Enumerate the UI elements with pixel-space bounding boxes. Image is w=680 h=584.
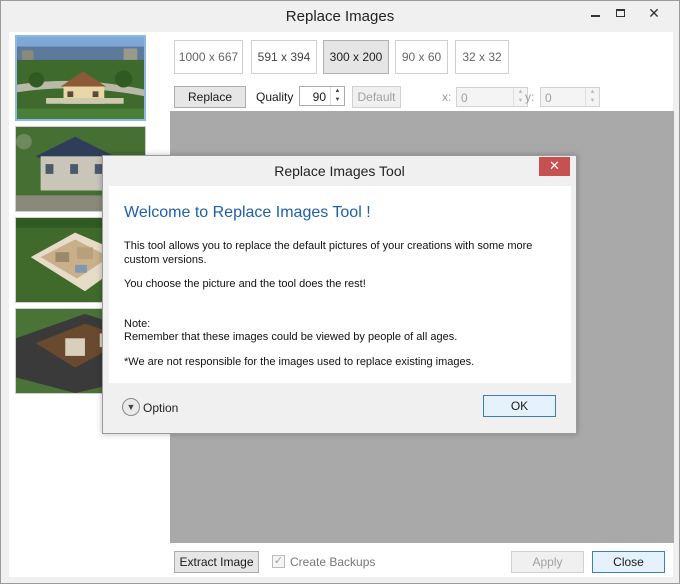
minimize-icon	[590, 15, 600, 17]
size-button-32x32[interactable]: 32 x 32	[455, 40, 509, 74]
note-text: Remember that these images could be view…	[124, 331, 458, 343]
minimize-button[interactable]	[581, 3, 609, 23]
quality-spinner-arrows: ▲ ▼	[330, 87, 344, 105]
dialog-heading: Welcome to Replace Images Tool !	[124, 204, 371, 221]
close-icon: ✕	[648, 4, 660, 21]
y-spinner-arrows: ▲ ▼	[585, 88, 599, 106]
maximize-button[interactable]	[606, 3, 634, 23]
apply-button[interactable]: Apply	[511, 551, 584, 573]
arrow-up-icon[interactable]: ▲	[331, 87, 344, 96]
close-icon: ✕	[549, 158, 560, 173]
close-button[interactable]: Close	[592, 551, 665, 573]
intro-paragraph: This tool allows you to replace the defa…	[124, 240, 533, 266]
instruction-paragraph: You choose the picture and the tool does…	[124, 278, 366, 290]
y-offset-value: 0	[545, 91, 552, 105]
arrow-down-icon[interactable]: ▼	[331, 96, 344, 105]
replace-images-tool-dialog: Replace Images Tool ✕ Welcome to Replace…	[102, 155, 577, 434]
create-backups-label: Create Backups	[290, 555, 376, 569]
option-toggle[interactable]: Option	[143, 401, 178, 415]
thumbnail-house-1[interactable]	[15, 35, 146, 121]
quality-label: Quality	[256, 90, 294, 104]
size-button-1000x667[interactable]: 1000 x 667	[174, 40, 243, 74]
dialog-title: Replace Images Tool	[274, 163, 405, 179]
y-label: y:	[525, 90, 535, 104]
dialog-close-button[interactable]: ✕	[539, 157, 570, 176]
default-button[interactable]: Default	[352, 86, 401, 108]
title-bar: Replace Images ✕	[1, 1, 679, 32]
arrow-up-icon[interactable]: ▲	[586, 88, 599, 97]
size-button-591x394[interactable]: 591 x 394	[251, 40, 317, 74]
maximize-icon	[615, 9, 625, 17]
x-offset-value: 0	[461, 91, 468, 105]
window-title: Replace Images	[285, 8, 395, 25]
size-button-90x60[interactable]: 90 x 60	[395, 40, 448, 74]
dialog-content: Welcome to Replace Images Tool ! This to…	[109, 186, 571, 383]
chevron-down-icon[interactable]: ▼	[122, 398, 140, 416]
replace-button[interactable]: Replace	[174, 86, 246, 108]
create-backups-checkbox[interactable]: ✓	[272, 555, 285, 568]
arrow-down-icon[interactable]: ▼	[586, 97, 599, 106]
house-aerial-image	[17, 37, 144, 119]
ok-button[interactable]: OK	[483, 395, 556, 417]
x-label: x:	[442, 90, 452, 104]
extract-image-button[interactable]: Extract Image	[174, 551, 259, 573]
quality-spinner[interactable]: 90 ▲ ▼	[299, 86, 345, 106]
quality-value: 90	[312, 90, 326, 104]
y-offset-spinner[interactable]: 0 ▲ ▼	[540, 87, 600, 107]
disclaimer-text: *We are not responsible for the images u…	[124, 356, 475, 368]
x-offset-spinner[interactable]: 0 ▲ ▼	[456, 87, 528, 107]
note-title: Note:	[124, 318, 151, 330]
size-button-300x200[interactable]: 300 x 200	[323, 40, 389, 74]
window-close-button[interactable]: ✕	[637, 3, 671, 23]
